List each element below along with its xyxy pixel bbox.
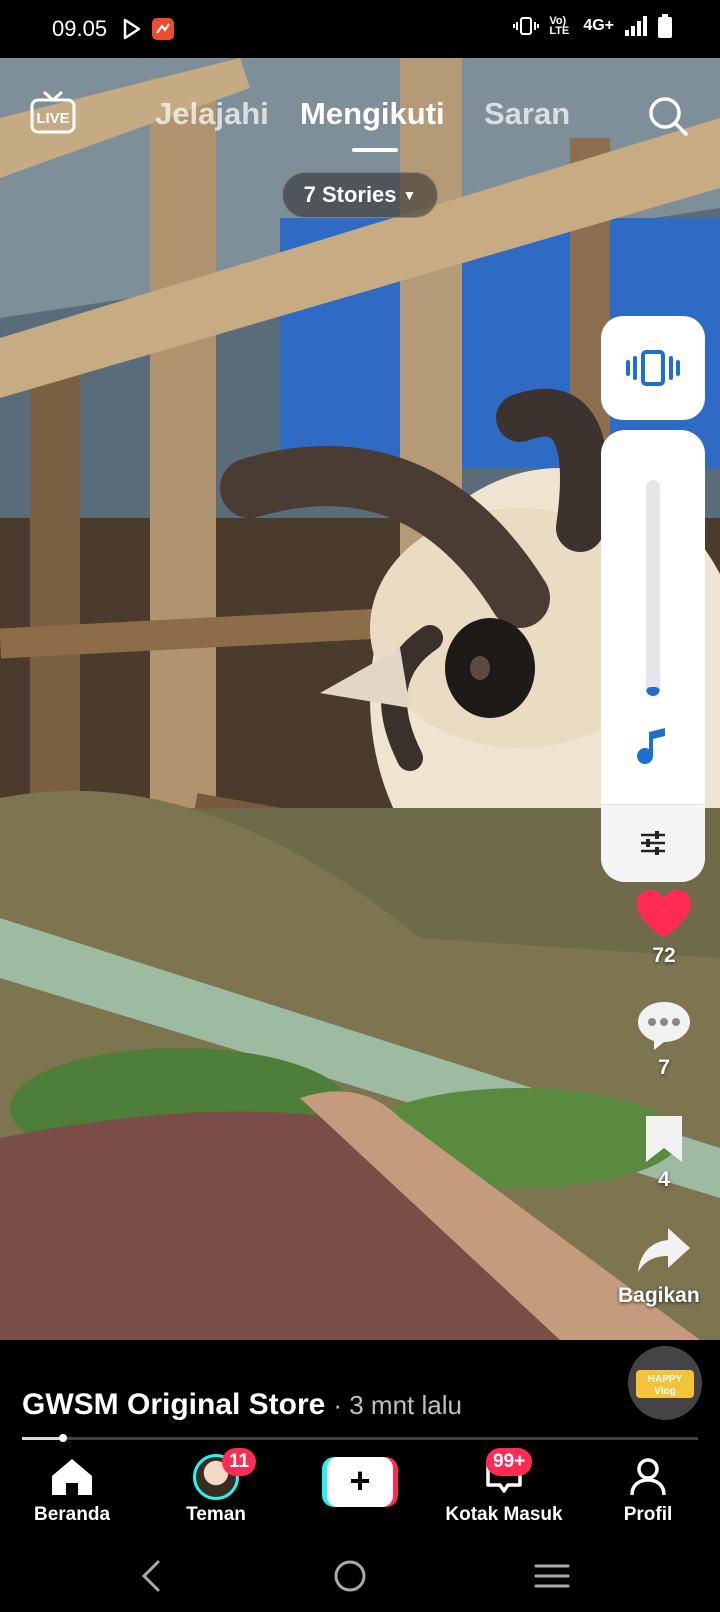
play-store-icon (123, 18, 141, 40)
bookmark-icon (646, 1116, 682, 1162)
create-button[interactable]: + (322, 1457, 398, 1507)
bookmark-count: 4 (658, 1168, 670, 1191)
nav-home-label: Beranda (33, 1504, 111, 1525)
svg-text:Vlog: Vlog (654, 1386, 676, 1397)
stories-label: 7 Stories (303, 182, 397, 207)
heart-icon (637, 890, 691, 938)
nav-inbox-label: Kotak Masuk (445, 1504, 563, 1525)
vibrate-toggle-button[interactable] (601, 316, 705, 420)
recents-icon[interactable] (532, 1556, 572, 1596)
share-arrow-icon (638, 1228, 690, 1272)
stories-dropdown[interactable]: 7 Stories ▼ (282, 172, 438, 218)
top-nav: LIVE Jelajahi Mengikuti Saran (0, 90, 720, 152)
svg-text:HAPPY: HAPPY (648, 1374, 683, 1385)
volte-indicator: Vo) LTE (549, 15, 570, 37)
battery-icon (658, 14, 672, 38)
signal-icon (625, 16, 647, 36)
tab-suggestions[interactable]: Saran (484, 96, 570, 132)
share-label: Bagikan (618, 1284, 700, 1307)
bookmark-button[interactable]: 4 (626, 1114, 702, 1192)
comment-button[interactable]: 7 (626, 1000, 702, 1080)
nav-friends[interactable]: 11 Teman (146, 1448, 286, 1526)
nav-create[interactable]: + (290, 1450, 430, 1514)
plus-icon: + (327, 1457, 393, 1507)
inbox-badge: 99+ (486, 1448, 533, 1476)
author-name[interactable]: GWSM Original Store (22, 1388, 325, 1422)
nav-profile[interactable]: Profil (578, 1450, 718, 1526)
live-label: LIVE (36, 110, 69, 127)
status-bar: 09.05 Vo) LTE 4G+ (0, 0, 720, 58)
video-progress-knob[interactable] (58, 1434, 67, 1442)
volume-panel (601, 430, 705, 882)
volume-level (646, 687, 660, 696)
volume-slider[interactable] (646, 480, 660, 696)
home-circle-icon[interactable] (330, 1556, 370, 1596)
happy-vlog-logo: HAPPY Vlog (628, 1346, 702, 1420)
share-button[interactable] (626, 1226, 702, 1276)
comment-icon (638, 1002, 690, 1050)
shopee-icon (152, 18, 174, 40)
like-button[interactable]: 72 (626, 888, 702, 968)
settings-sliders-icon (641, 831, 665, 855)
nav-friends-label: Teman (186, 1504, 246, 1525)
tab-explore[interactable]: Jelajahi (155, 96, 269, 132)
nav-profile-label: Profil (623, 1504, 673, 1525)
active-tab-indicator (352, 148, 398, 152)
music-note-icon (637, 728, 665, 764)
caret-down-icon: ▼ (402, 187, 417, 203)
vibrate-icon (626, 350, 680, 386)
search-icon[interactable] (646, 94, 690, 138)
video-progress-fill (22, 1437, 63, 1440)
live-button[interactable]: LIVE (30, 90, 76, 134)
system-nav-bar (0, 1536, 720, 1612)
comment-count: 7 (658, 1056, 670, 1079)
status-indicators: Vo) LTE 4G+ (513, 14, 672, 38)
vibrate-icon (513, 17, 540, 35)
status-time: 09.05 (52, 16, 108, 41)
nav-inbox[interactable]: 99+ Kotak Masuk (434, 1448, 574, 1526)
friends-badge: 11 (222, 1448, 257, 1476)
bottom-nav: Beranda 11 Teman + 99+ Kotak Masuk Profi… (0, 1444, 720, 1536)
like-count: 72 (652, 944, 676, 967)
network-type: 4G+ (583, 17, 614, 34)
nav-home[interactable]: Beranda (2, 1450, 142, 1526)
post-time: · 3 mnt lalu (333, 1390, 462, 1420)
post-caption: GWSM Original Store · 3 mnt lalu (22, 1388, 462, 1422)
sound-disc-avatar[interactable]: HAPPY Vlog (628, 1346, 702, 1420)
back-icon[interactable] (132, 1556, 172, 1596)
video-progress-bar[interactable] (22, 1434, 698, 1442)
home-icon (52, 1459, 92, 1495)
sound-settings-button[interactable] (601, 804, 705, 882)
profile-icon (630, 1458, 666, 1496)
tab-following[interactable]: Mengikuti (300, 96, 445, 132)
